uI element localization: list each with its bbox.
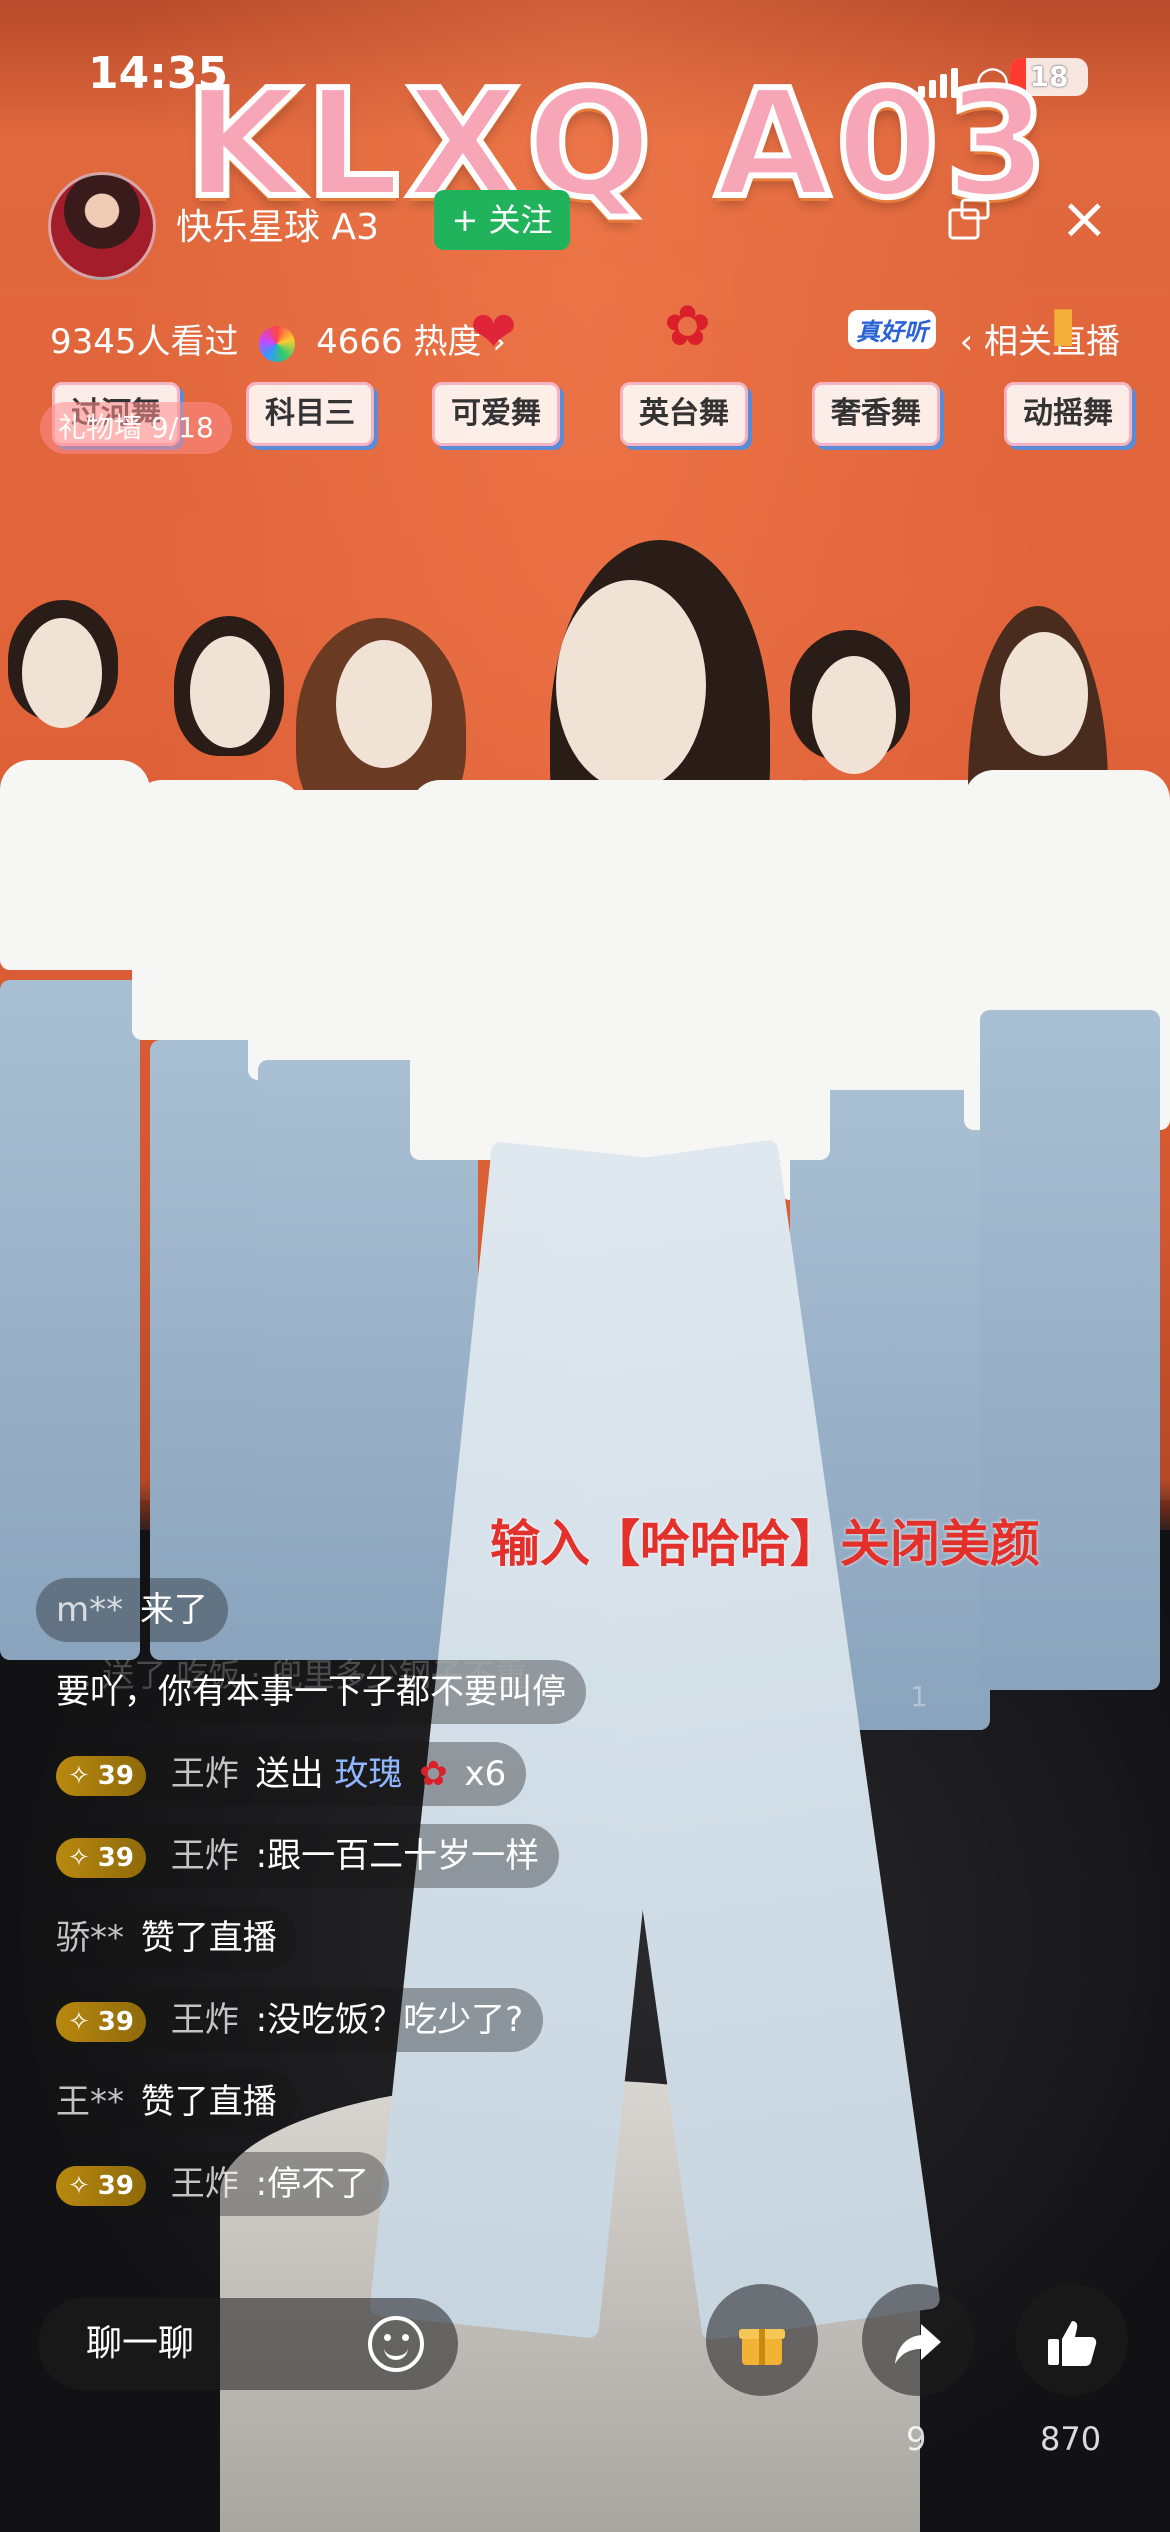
- chat-message[interactable]: ✧ 39 王炸 :停不了: [36, 2152, 390, 2216]
- gift-name: 玫瑰: [334, 1754, 403, 1794]
- anchor-name[interactable]: 快乐星球 A3: [176, 198, 379, 250]
- promo-badge: 真好听: [848, 310, 936, 349]
- chat-message[interactable]: 骄** 赞了直播: [36, 1906, 297, 1970]
- chat-username: 王炸: [170, 1836, 239, 1876]
- follow-button[interactable]: + 关注: [434, 190, 570, 250]
- rose-icon: ✿: [419, 1754, 448, 1794]
- viewer-count: 9345人看过: [50, 322, 239, 362]
- close-icon[interactable]: ×: [1060, 189, 1109, 247]
- fan-level-badge: ✧ 39: [56, 2165, 146, 2206]
- chat-message[interactable]: 要吖，你有本事一下子都不要叫停: [36, 1660, 586, 1724]
- sparkle-icon: ✧: [68, 1842, 90, 1873]
- heart-icon: ❤: [470, 300, 517, 365]
- chat-username: 王**: [56, 2082, 124, 2122]
- chat-username: 王炸: [170, 1754, 239, 1794]
- anchor-avatar[interactable]: [48, 172, 156, 280]
- faded-like-count: 1: [910, 1680, 928, 1713]
- chat-text: 来了: [139, 1590, 208, 1630]
- overlay-caption: 输入【哈哈哈】关闭美颜: [490, 1515, 1040, 1573]
- dance-tag[interactable]: 科目三: [246, 382, 374, 446]
- sparkle-icon: ✧: [68, 2170, 90, 2201]
- sparkle-icon: ✧: [68, 1760, 90, 1791]
- rose-icon: ✿: [664, 294, 711, 359]
- heat-value[interactable]: 4666 热度: [316, 322, 481, 362]
- gift-wall-button[interactable]: 礼物墙 9/18: [40, 402, 232, 454]
- chat-username: 王炸: [170, 2000, 239, 2040]
- fan-level-badge: ✧ 39: [56, 1837, 146, 1878]
- screen-rotate-icon[interactable]: [946, 196, 992, 242]
- thumbs-up-icon: [1048, 2320, 1097, 2366]
- chat-username: m**: [56, 1590, 124, 1630]
- gift-button[interactable]: [706, 2284, 818, 2396]
- fan-level-badge: ✧ 39: [56, 2001, 146, 2042]
- chat-text: 赞了直播: [140, 2082, 277, 2122]
- dance-tag[interactable]: 英台舞: [620, 382, 748, 446]
- chat-message[interactable]: ✧ 39 王炸 :跟一百二十岁一样: [36, 1824, 560, 1888]
- room-stats: 9345人看过 4666 热度 ›: [50, 314, 506, 363]
- beer-icon: ▮: [1050, 296, 1077, 352]
- fan-level-badge: ✧ 39: [56, 1755, 146, 1796]
- chat-text: 送出: [255, 1754, 324, 1794]
- chat-message[interactable]: ✧ 39 王炸 :没吃饭？吃少了?: [36, 1988, 544, 2052]
- share-count: 9: [906, 2420, 927, 2458]
- emoji-icon[interactable]: [368, 2316, 424, 2372]
- chat-text: :没吃饭？吃少了?: [255, 2000, 524, 2040]
- chat-text: 要吖，你有本事一下子都不要叫停: [56, 1672, 566, 1712]
- dance-tag[interactable]: 奢香舞: [812, 382, 940, 446]
- related-live-link[interactable]: ‹ 相关直播: [960, 314, 1120, 363]
- gift-count: x6: [464, 1754, 507, 1794]
- chat-message[interactable]: 王** 赞了直播: [36, 2070, 297, 2134]
- chat-message[interactable]: m** 来了: [36, 1578, 228, 1642]
- chat-text: 赞了直播: [140, 1918, 277, 1958]
- dance-tag[interactable]: 可爱舞: [432, 382, 560, 446]
- chat-username: 骄**: [56, 1918, 124, 1958]
- gift-icon: [739, 2328, 785, 2365]
- sparkle-icon: ✧: [68, 2006, 90, 2037]
- share-button[interactable]: [862, 2284, 974, 2396]
- chat-text: :停不了: [255, 2164, 370, 2204]
- chat-message[interactable]: ✧ 39 王炸 送出 玫瑰 ✿ x6: [36, 1742, 527, 1806]
- dance-tag[interactable]: 动摇舞: [1004, 382, 1132, 446]
- lollipop-icon: [259, 325, 296, 362]
- like-count: 870: [1040, 2420, 1102, 2458]
- like-button[interactable]: [1016, 2284, 1128, 2396]
- share-icon: [895, 2323, 941, 2364]
- chat-username: 王炸: [170, 2164, 239, 2204]
- chat-text: :跟一百二十岁一样: [255, 1836, 540, 1876]
